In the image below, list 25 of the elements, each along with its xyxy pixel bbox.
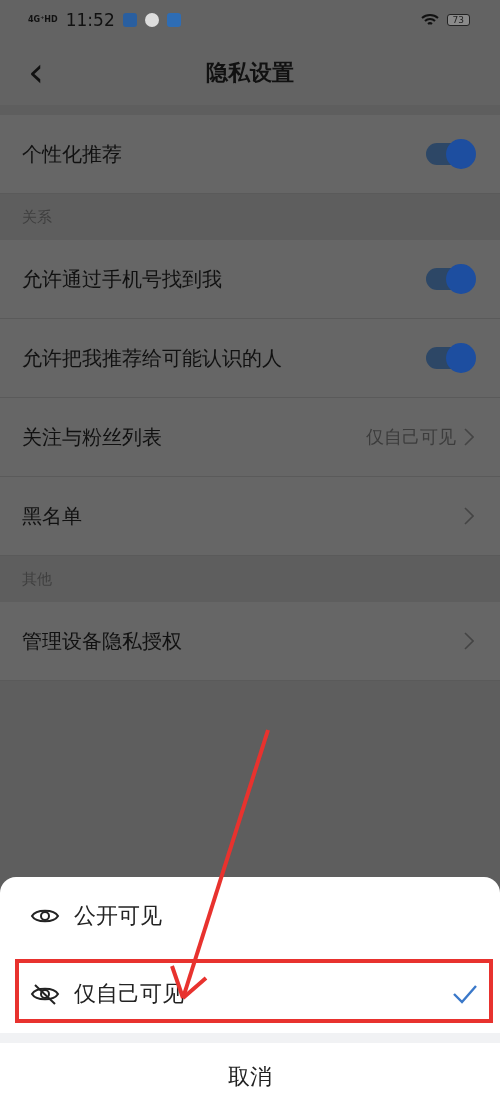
back-button[interactable]: ‹ xyxy=(22,52,50,92)
row-label: 个性化推荐 xyxy=(22,140,123,168)
chevron-right-icon xyxy=(464,428,474,446)
wifi-icon xyxy=(420,13,439,27)
network-indicator: 4G⁺HD xyxy=(28,16,58,24)
app-icon xyxy=(144,13,159,27)
chevron-right-icon xyxy=(464,507,474,525)
app-icon xyxy=(122,13,137,27)
row-label: 关注与粉丝列表 xyxy=(22,423,163,451)
app-icon xyxy=(166,13,181,27)
visibility-option[interactable]: 公开可见 xyxy=(0,877,500,955)
row-label: 允许把我推荐给可能认识的人 xyxy=(22,344,283,372)
settings-row[interactable]: 管理设备隐私授权 xyxy=(0,602,500,681)
settings-row[interactable]: 个性化推荐 xyxy=(0,115,500,194)
settings-row[interactable]: 允许通过手机号找到我 xyxy=(0,240,500,319)
status-time: 11:52 xyxy=(65,10,115,30)
chevron-right-icon xyxy=(464,632,474,650)
hidden-eye-icon xyxy=(30,983,60,1005)
row-label: 管理设备隐私授权 xyxy=(22,627,183,655)
settings-row[interactable]: 黑名单 xyxy=(0,477,500,556)
row-label: 允许通过手机号找到我 xyxy=(22,265,223,293)
page-title: 隐私设置 xyxy=(206,58,294,87)
battery-indicator: 73 xyxy=(446,14,470,26)
row-label: 黑名单 xyxy=(22,502,83,530)
settings-row[interactable]: 允许把我推荐给可能认识的人 xyxy=(0,319,500,398)
